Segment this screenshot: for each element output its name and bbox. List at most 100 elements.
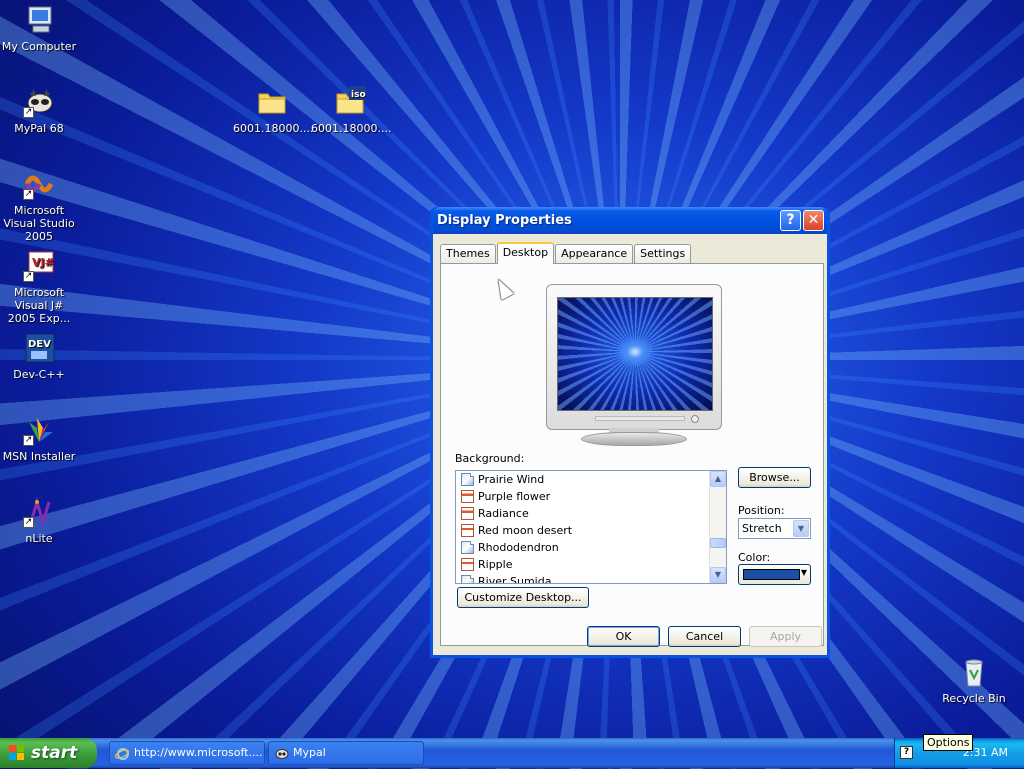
desktop-icon-recycle-bin[interactable]: Recycle Bin	[935, 656, 1013, 705]
list-item-label: Purple flower	[478, 490, 551, 503]
desktop-icon-label: My Computer	[1, 40, 77, 53]
list-item[interactable]: River Sumida	[456, 573, 726, 584]
window-title: Display Properties	[437, 213, 572, 228]
desktop-icon-label: Recycle Bin	[942, 692, 1006, 705]
desktop-icon-visual-jsharp[interactable]: VJ# ↗ Microsoft Visual J# 2005 Exp...	[0, 250, 78, 325]
desktop-icon-label: nLite	[25, 532, 53, 545]
desktop-icon-label: Dev-C++	[13, 368, 65, 381]
html-file-icon	[461, 524, 474, 537]
desktop-icon-folder[interactable]: 6001.18000....	[233, 86, 314, 135]
background-list[interactable]: Prairie Wind Purple flower Radiance Red …	[455, 470, 727, 584]
list-item-label: Rhododendron	[478, 541, 559, 554]
ok-button[interactable]: OK	[587, 626, 660, 647]
chevron-down-icon: ▼	[800, 568, 807, 577]
color-picker-button[interactable]: ▼	[738, 564, 811, 585]
tab-settings[interactable]: Settings	[634, 244, 692, 263]
browse-button[interactable]: Browse...	[738, 467, 811, 488]
image-file-icon	[461, 473, 474, 486]
window-body: Themes Desktop Appearance Settings Backg…	[433, 234, 827, 655]
html-file-icon	[461, 507, 474, 520]
desktop-icon-iso-folder[interactable]: iso 6001.18000....	[311, 86, 392, 135]
list-item[interactable]: Purple flower	[456, 488, 726, 505]
scroll-up-icon[interactable]: ▲	[710, 471, 726, 487]
shortcut-arrow-icon: ↗	[23, 189, 34, 200]
display-properties-window: Display Properties ? ✕ Themes Desktop Ap…	[430, 207, 830, 658]
shortcut-arrow-icon: ↗	[23, 517, 34, 528]
desktop-icon-label: MyPal 68	[14, 122, 64, 135]
desktop-icon-label: 6001.18000....	[233, 122, 314, 135]
list-item[interactable]: Ripple	[456, 556, 726, 573]
help-button[interactable]: ?	[780, 210, 801, 231]
color-swatch	[743, 569, 800, 580]
desktop-icon-my-computer[interactable]: My Computer	[0, 4, 78, 53]
image-file-icon	[461, 541, 474, 554]
window-titlebar[interactable]: Display Properties ? ✕	[433, 207, 827, 234]
my-computer-icon	[23, 4, 55, 36]
task-label: http://www.microsoft....	[134, 746, 263, 759]
visual-studio-icon: ↗	[23, 168, 55, 200]
start-label: start	[31, 743, 78, 763]
list-item-label: Red moon desert	[478, 524, 573, 537]
mypal-68-icon: ↗	[23, 86, 55, 118]
html-file-icon	[461, 490, 474, 503]
dev-cpp-icon: DEV	[23, 332, 55, 364]
scroll-thumb[interactable]	[710, 538, 726, 548]
position-value: Stretch	[742, 522, 782, 535]
shortcut-arrow-icon: ↗	[23, 271, 34, 282]
desktop-icon-label: Microsoft Visual J# 2005 Exp...	[7, 286, 71, 325]
svg-text:iso: iso	[351, 90, 366, 100]
desktop-icon-visual-studio[interactable]: ↗ Microsoft Visual Studio 2005	[0, 168, 78, 243]
customize-desktop-button[interactable]: Customize Desktop...	[457, 587, 589, 608]
cancel-button[interactable]: Cancel	[668, 626, 741, 647]
position-select[interactable]: Stretch ▼	[738, 518, 811, 539]
recycle-bin-icon	[958, 656, 990, 688]
list-item-label: Ripple	[478, 558, 513, 571]
desktop-icon-nlite[interactable]: ↗ nLite	[0, 496, 78, 545]
msn-installer-icon: ↗	[23, 414, 55, 446]
tab-appearance[interactable]: Appearance	[555, 244, 634, 263]
close-button[interactable]: ✕	[803, 210, 824, 231]
shortcut-arrow-icon: ↗	[23, 435, 34, 446]
power-led-icon	[691, 415, 699, 423]
chevron-down-icon[interactable]: ▼	[793, 520, 809, 537]
monitor-slot	[595, 416, 685, 421]
list-item[interactable]: Prairie Wind	[456, 471, 726, 488]
desktop-icon-label: Microsoft Visual Studio 2005	[3, 204, 75, 243]
html-file-icon	[461, 558, 474, 571]
nlite-icon: ↗	[23, 496, 55, 528]
desktop-icon-msn-installer[interactable]: ↗ MSN Installer	[0, 414, 78, 463]
windows-logo-icon	[9, 745, 25, 761]
list-item-label: Radiance	[478, 507, 529, 520]
desktop-icon-dev-cpp[interactable]: DEV Dev-C++	[0, 332, 78, 381]
list-scrollbar[interactable]: ▲ ▼	[709, 471, 726, 583]
tab-themes[interactable]: Themes	[440, 244, 496, 263]
tab-strip: Themes Desktop Appearance Settings	[440, 242, 692, 264]
task-label: Mypal	[293, 746, 326, 759]
internet-explorer-icon	[114, 746, 130, 761]
list-item-label: River Sumida	[478, 575, 552, 584]
start-button[interactable]: start	[0, 738, 97, 768]
monitor-preview	[546, 284, 722, 430]
task-button-ie[interactable]: http://www.microsoft....	[109, 741, 265, 765]
svg-text:VJ#: VJ#	[32, 256, 54, 269]
list-item[interactable]: Red moon desert	[456, 522, 726, 539]
taskbar: start http://www.microsoft.... Mypal 2:3…	[0, 738, 1024, 768]
desktop-icon-label: 6001.18000....	[311, 122, 392, 135]
desktop-icon-label: MSN Installer	[2, 450, 76, 463]
image-file-icon	[461, 575, 474, 583]
list-item[interactable]: Radiance	[456, 505, 726, 522]
iso-folder-icon: iso	[334, 86, 366, 118]
wallpaper-preview	[557, 297, 713, 411]
apply-button[interactable]: Apply	[749, 626, 822, 647]
color-label: Color:	[738, 551, 771, 564]
visual-jsharp-icon: VJ# ↗	[23, 250, 55, 282]
folder-icon	[256, 86, 288, 118]
desktop-tab-panel: Background: Prairie Wind Purple flower R…	[440, 263, 824, 646]
list-item[interactable]: Rhododendron	[456, 539, 726, 556]
task-button-mypal[interactable]: Mypal	[268, 741, 424, 765]
scroll-down-icon[interactable]: ▼	[710, 567, 726, 583]
help-tray-icon[interactable]: ?	[900, 746, 913, 759]
desktop-icon-mypal[interactable]: ↗ MyPal 68	[0, 86, 78, 135]
tab-desktop[interactable]: Desktop	[496, 242, 555, 264]
svg-text:DEV: DEV	[28, 339, 51, 350]
